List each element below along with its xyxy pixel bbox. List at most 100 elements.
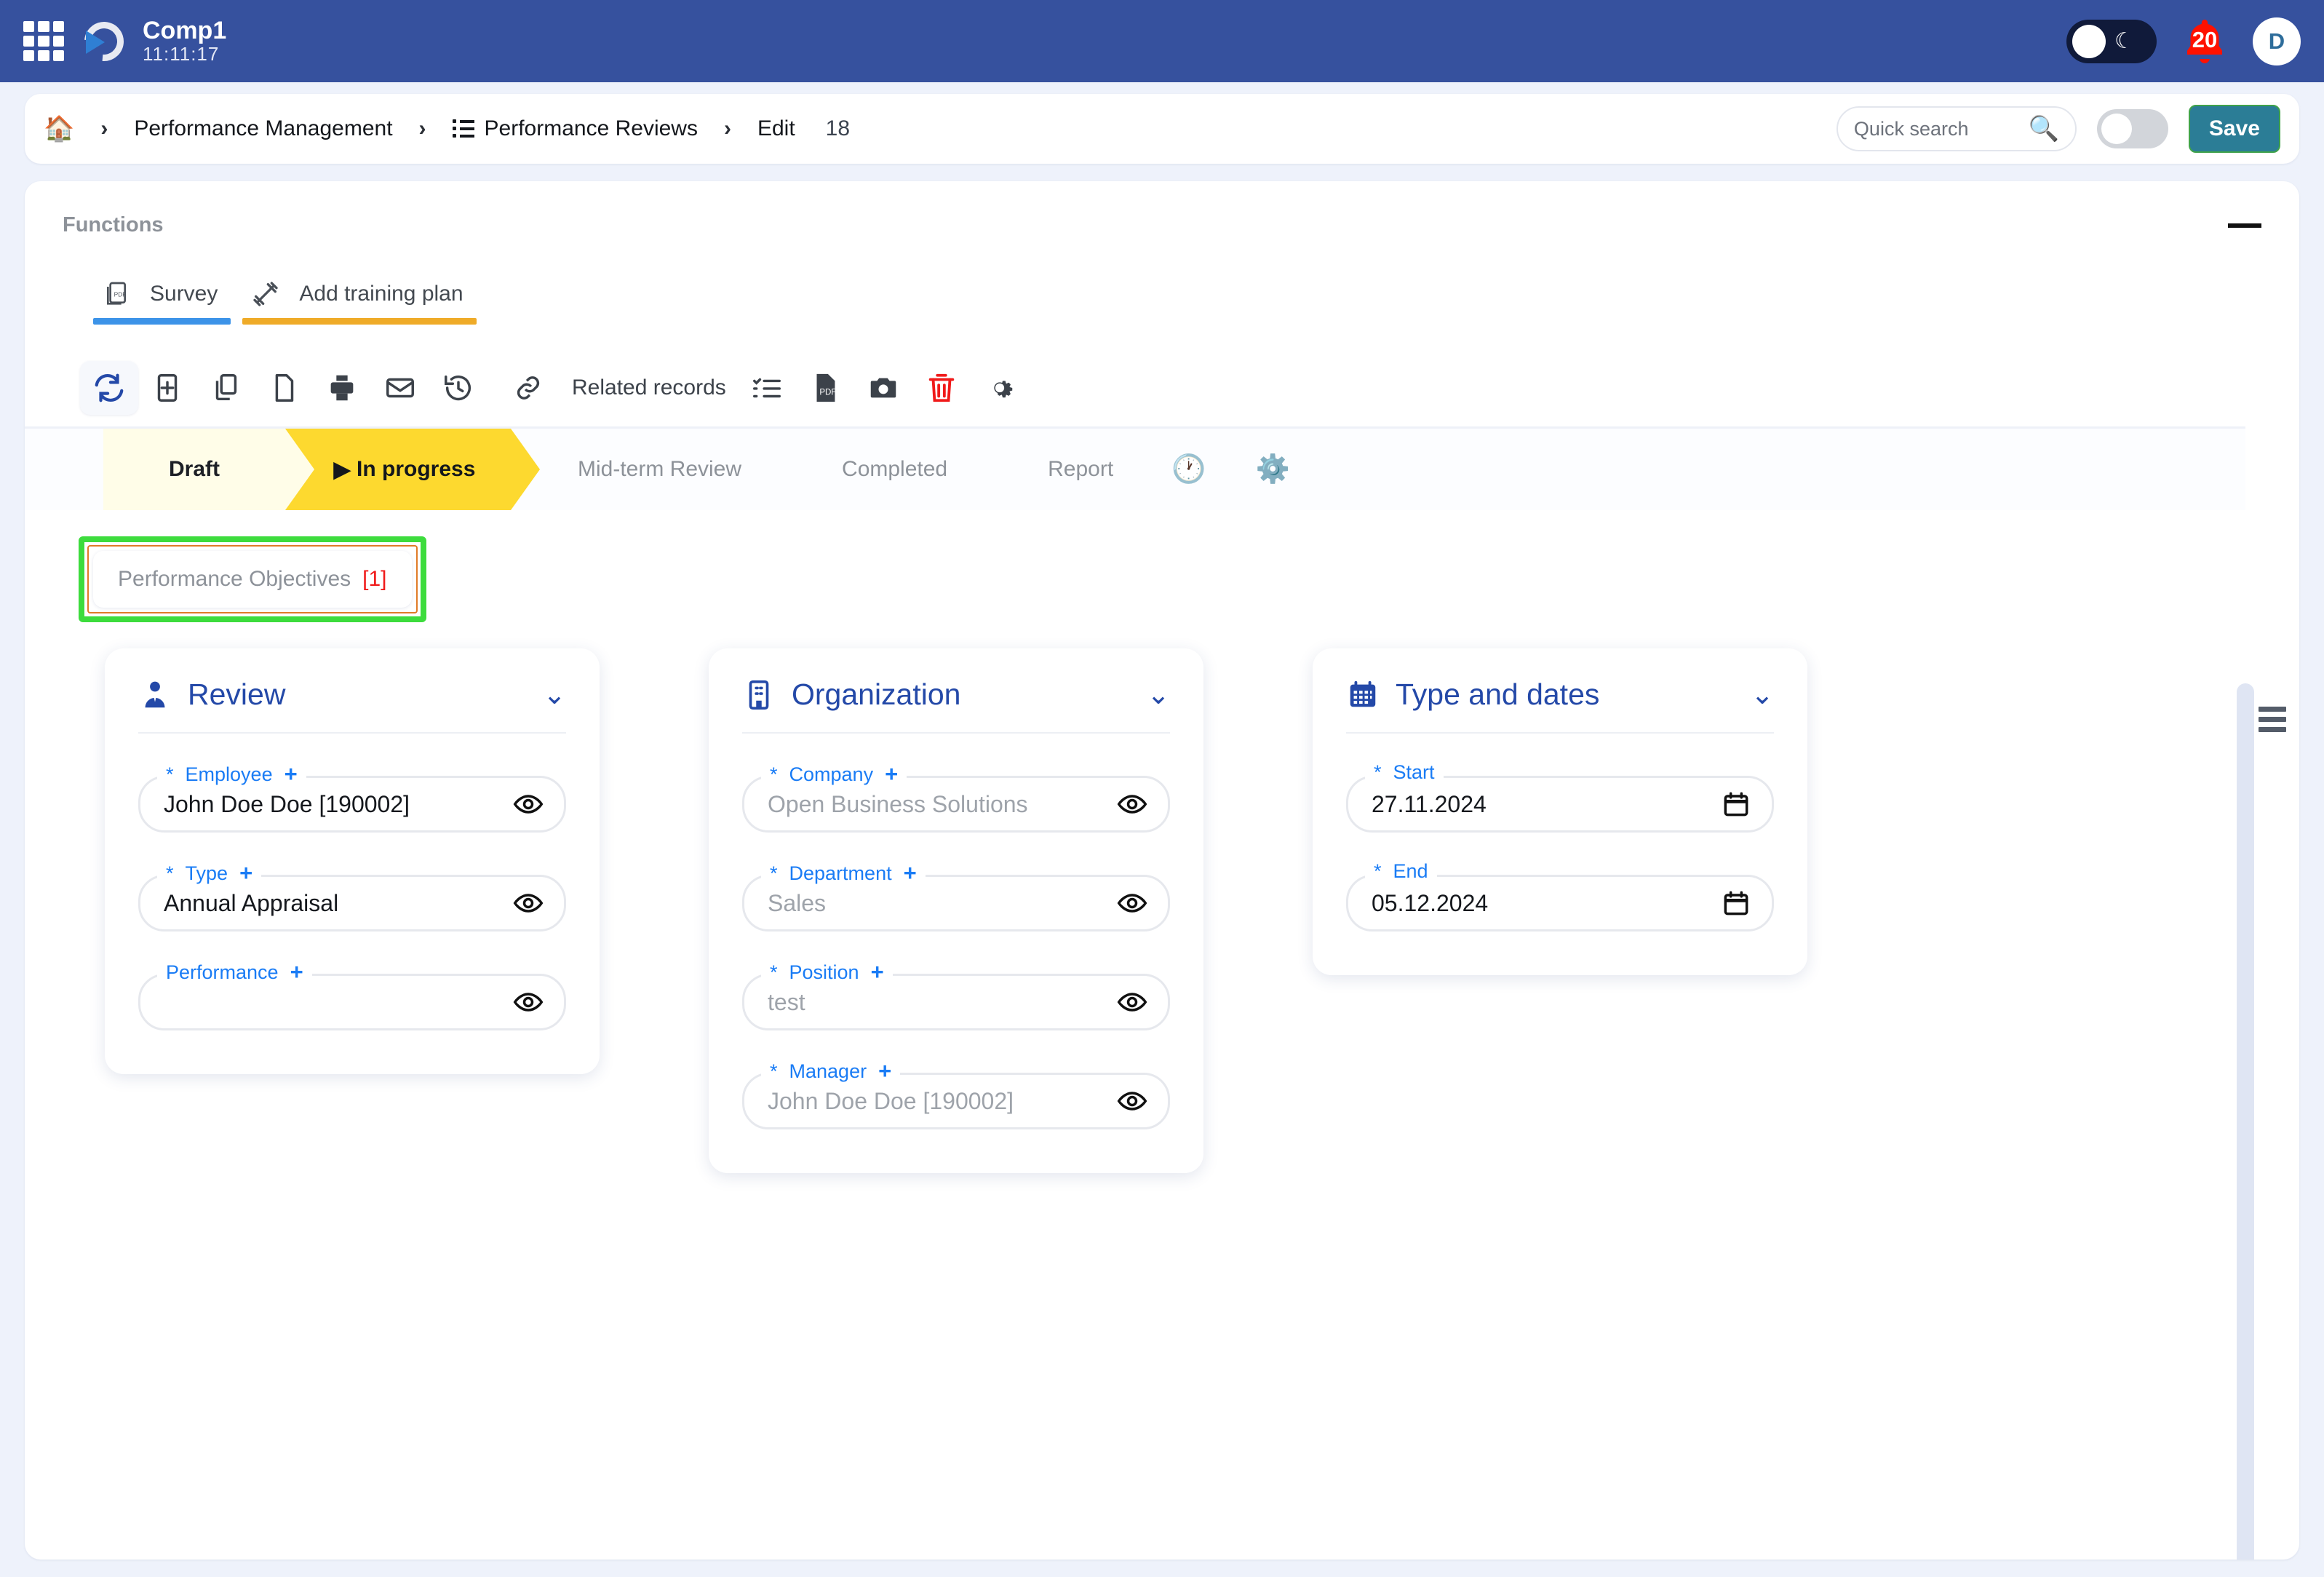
camera-button[interactable] — [854, 361, 912, 415]
eye-icon[interactable] — [1115, 886, 1149, 920]
breadcrumb-right-group: 🔍 Save — [1836, 105, 2280, 153]
function-tab-add-training-plan[interactable]: Add training plan — [242, 278, 488, 325]
stage-report[interactable]: Report — [1014, 429, 1147, 510]
vertical-scrollbar[interactable] — [2237, 683, 2254, 1560]
card-title: Organization — [792, 678, 961, 711]
breadcrumb: 🏠 › Performance Management › Performance… — [44, 116, 850, 141]
card-header: Organization ⌄ — [742, 678, 1170, 734]
save-button[interactable]: Save — [2188, 105, 2280, 153]
home-icon[interactable]: 🏠 — [44, 116, 74, 141]
tab-performance-objectives[interactable]: Performance Objectives [1] — [93, 551, 412, 608]
toggle-knob — [2101, 114, 2132, 144]
objectives-tab-label: Performance Objectives — [118, 567, 351, 591]
eye-icon[interactable] — [1115, 1084, 1149, 1118]
function-tab-survey[interactable]: PDF Survey — [93, 278, 242, 325]
record-id: 18 — [825, 116, 851, 140]
card-header: Type and dates ⌄ — [1346, 678, 1774, 734]
notifications-bell-button[interactable]: 20 — [2178, 15, 2231, 68]
card-organization: Organization ⌄ * Company + Open Business… — [709, 648, 1203, 1173]
add-icon[interactable]: + — [885, 761, 898, 787]
eye-icon[interactable] — [512, 886, 545, 920]
copy-record-button[interactable] — [196, 361, 255, 415]
brand-block: Comp1 11:11:17 — [143, 17, 226, 65]
label-text: Company — [789, 763, 874, 785]
print-button[interactable] — [313, 361, 371, 415]
label-text: Performance — [166, 961, 279, 983]
user-avatar[interactable]: D — [2253, 17, 2301, 65]
add-icon[interactable]: + — [871, 959, 884, 985]
field-label: * End — [1365, 860, 1437, 883]
search-icon[interactable]: 🔍 — [2029, 114, 2059, 143]
add-icon[interactable]: + — [290, 959, 303, 985]
settings-gear-button[interactable] — [971, 361, 1029, 415]
add-record-button[interactable] — [138, 361, 196, 415]
breadcrumb-item-performance-management[interactable]: Performance Management — [134, 116, 392, 141]
quick-search-box[interactable]: 🔍 — [1836, 106, 2077, 151]
calendar-picker-icon[interactable] — [1719, 787, 1753, 821]
field-label: * Department + — [761, 860, 926, 886]
export-pdf-button[interactable]: PDF — [796, 361, 854, 415]
stage-completed[interactable]: Completed — [808, 429, 981, 510]
field-employee: * Employee + John Doe Doe [190002] — [138, 761, 566, 833]
input-start-date[interactable]: 27.11.2024 — [1346, 776, 1774, 833]
required-asterisk: * — [770, 961, 778, 983]
objectives-count-badge: [1] — [362, 567, 387, 591]
breadcrumb-bar: 🏠 › Performance Management › Performance… — [25, 94, 2299, 164]
stage-in-progress[interactable]: ▶ In progress — [285, 429, 540, 510]
hamburger-menu-icon[interactable] — [2259, 707, 2286, 737]
page-title: Functions — [63, 213, 164, 237]
chevron-down-icon[interactable]: ⌄ — [1147, 678, 1170, 711]
note-button[interactable] — [255, 361, 313, 415]
required-asterisk: * — [1374, 761, 1382, 783]
add-icon[interactable]: + — [284, 761, 298, 787]
field-value: Open Business Solutions — [768, 790, 1028, 817]
dumbbell-icon — [250, 278, 282, 310]
chevron-down-icon[interactable]: ⌄ — [1751, 678, 1774, 711]
breadcrumb-item-performance-reviews[interactable]: Performance Reviews — [485, 116, 698, 141]
search-input[interactable] — [1853, 117, 2024, 140]
eye-icon[interactable] — [1115, 985, 1149, 1019]
required-asterisk: * — [770, 862, 778, 884]
breadcrumb-bar-container: 🏠 › Performance Management › Performance… — [0, 82, 2324, 164]
card-header: Review ⌄ — [138, 678, 566, 734]
field-label: * Type + — [157, 860, 262, 886]
session-timer: 11:11:17 — [143, 42, 220, 65]
field-value: 27.11.2024 — [1372, 790, 1487, 817]
calendar-picker-icon[interactable] — [1719, 886, 1753, 920]
history-button[interactable] — [429, 361, 488, 415]
field-start-date: * Start 27.11.2024 — [1346, 761, 1774, 833]
eye-icon[interactable] — [1115, 787, 1149, 821]
gear-icon[interactable]: ⚙️ — [1230, 453, 1314, 485]
clock-icon[interactable]: 🕐 — [1147, 453, 1230, 485]
add-icon[interactable]: + — [878, 1058, 891, 1084]
field-position: * Position + test — [742, 959, 1170, 1030]
function-tab-label: Survey — [150, 282, 218, 306]
email-button[interactable] — [371, 361, 429, 415]
label-text: Department — [789, 862, 892, 884]
pdf-document-icon: PDF — [100, 278, 132, 310]
field-label: * Start — [1365, 761, 1444, 784]
stage-mid-term-review[interactable]: Mid-term Review — [544, 429, 775, 510]
view-mode-toggle[interactable] — [2096, 109, 2168, 148]
chevron-down-icon[interactable]: ⌄ — [543, 678, 566, 711]
apps-grid-icon[interactable] — [23, 20, 64, 62]
breadcrumb-item-edit[interactable]: Edit — [757, 116, 795, 141]
label-text: End — [1393, 860, 1428, 882]
stage-draft[interactable]: Draft — [103, 429, 285, 510]
add-icon[interactable]: + — [904, 860, 917, 886]
dark-mode-toggle[interactable]: ☾ — [2066, 19, 2157, 63]
field-label: Performance + — [157, 959, 312, 985]
tab-accent-bar — [93, 318, 231, 325]
field-value: John Doe Doe [190002] — [768, 1087, 1014, 1114]
checklist-button[interactable] — [738, 361, 796, 415]
delete-button[interactable] — [912, 361, 971, 415]
input-end-date[interactable]: 05.12.2024 — [1346, 875, 1774, 931]
minimize-icon[interactable] — [2228, 223, 2261, 228]
field-value: 05.12.2024 — [1372, 889, 1489, 916]
add-icon[interactable]: + — [239, 860, 252, 886]
eye-icon[interactable] — [512, 985, 545, 1019]
field-label: * Company + — [761, 761, 907, 787]
refresh-button[interactable] — [80, 361, 138, 415]
related-records-button[interactable]: Related records — [499, 361, 726, 415]
eye-icon[interactable] — [512, 787, 545, 821]
